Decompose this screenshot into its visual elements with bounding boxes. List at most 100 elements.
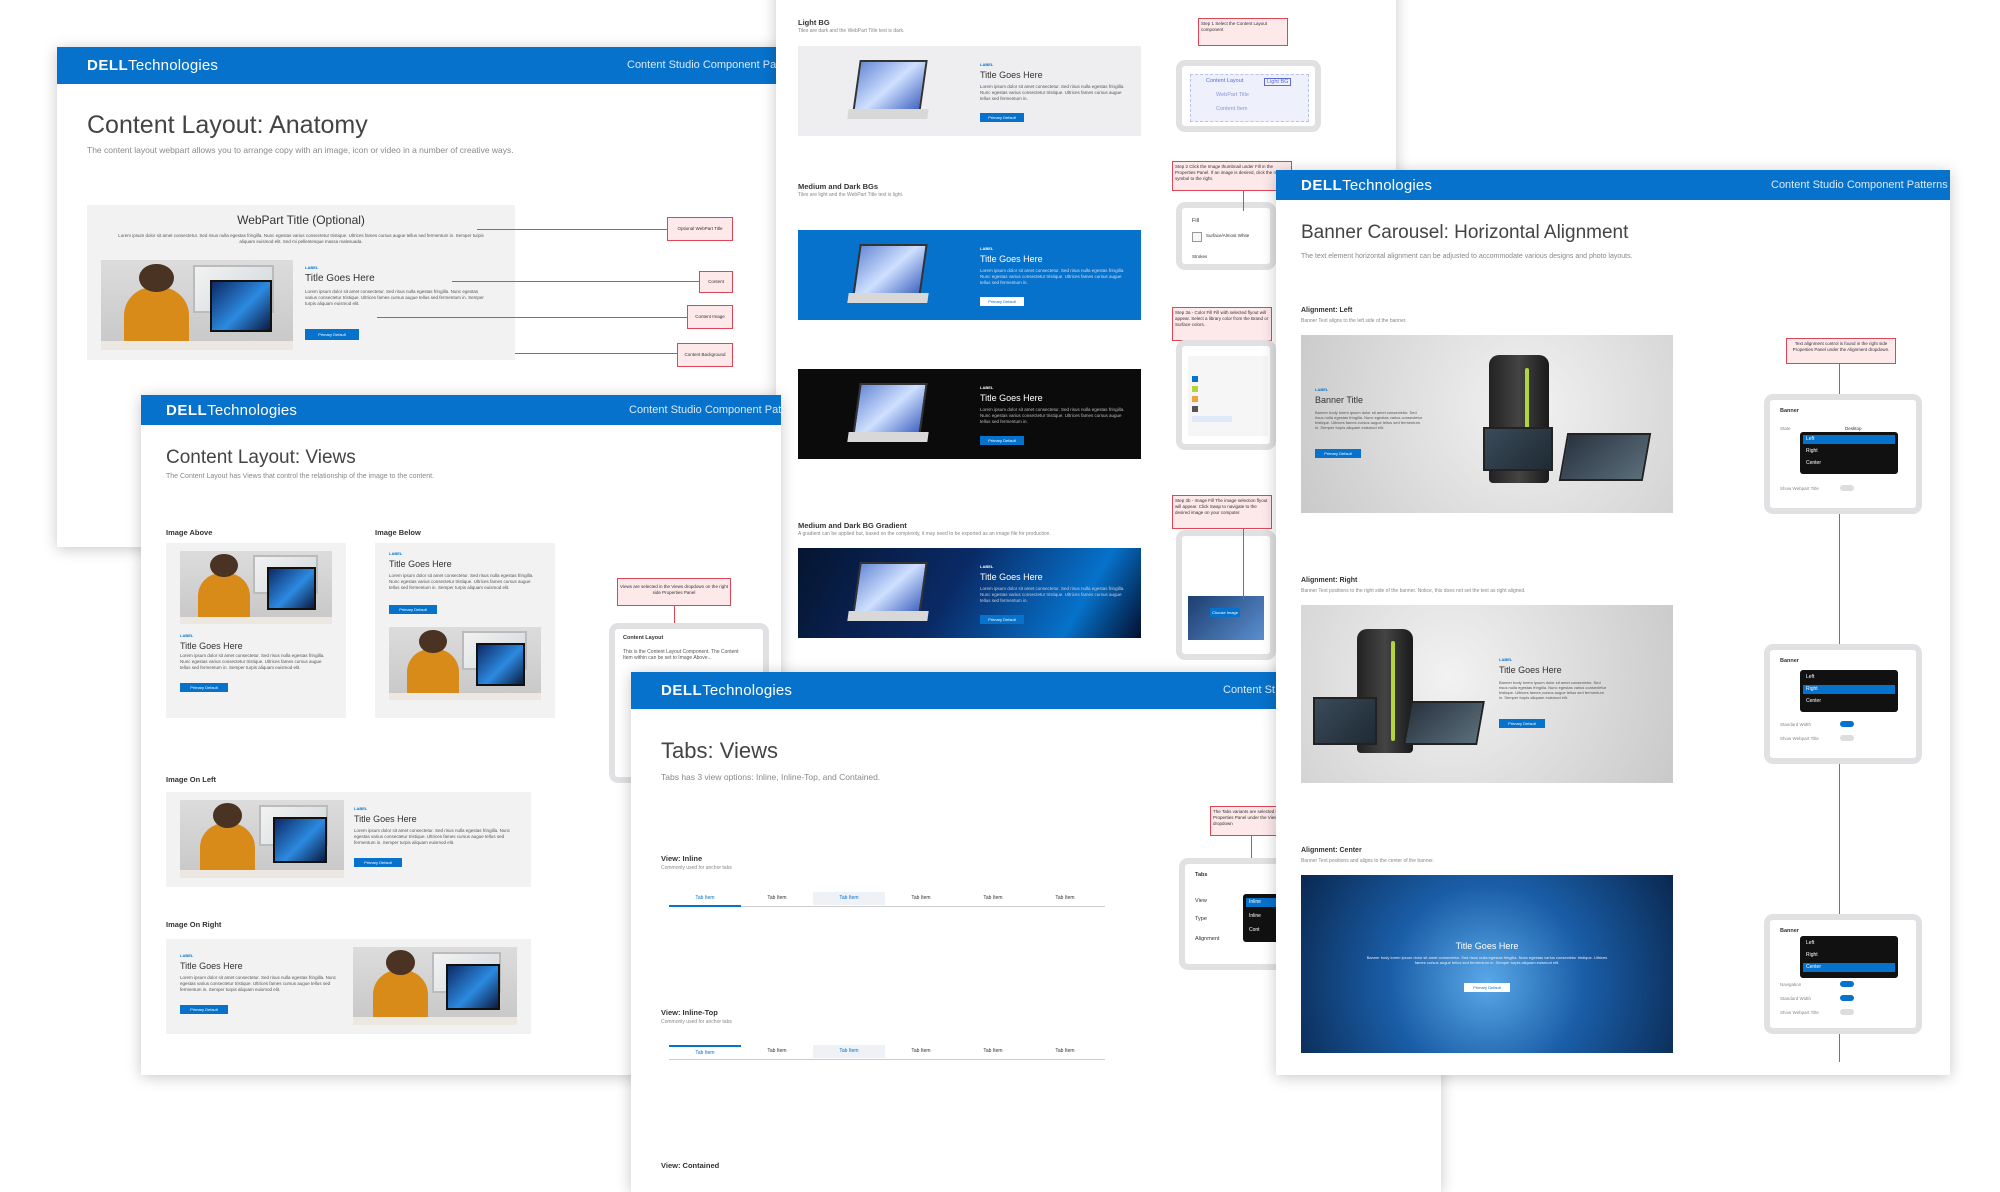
option-left-selected[interactable]: Left — [1806, 436, 1814, 442]
content-label: LABEL — [305, 265, 319, 270]
primary-default-button[interactable]: Primary Default — [180, 1005, 228, 1014]
image-left-card: LABEL Title Goes Here Lorem ipsum dolor … — [166, 792, 531, 887]
tab-item-4[interactable]: Tab Item — [885, 892, 957, 905]
step-2-annotation: Step 2 Click the Image thumbnail under F… — [1172, 161, 1292, 191]
card-title: Title Goes Here — [980, 70, 1043, 80]
content-background: WebPart Title (Optional) Lorem ipsum dol… — [87, 205, 515, 360]
image-right-label: Image On Right — [166, 920, 222, 929]
dell-logo: DELLTechnologies — [661, 682, 793, 699]
tab-item-6[interactable]: Tab Item — [1029, 892, 1101, 905]
dark-bg-sub: Tiles are light and the WebPart Title te… — [798, 192, 904, 198]
choose-image-button[interactable]: Choose Image — [1210, 608, 1240, 617]
primary-default-button[interactable]: Primary Default — [980, 113, 1024, 122]
card-label: LABEL — [980, 246, 994, 251]
banner-body: Banner body lorem ipsum dolor sit amet c… — [1366, 955, 1608, 965]
tab-item-1[interactable]: Tab Item — [669, 892, 741, 907]
layer-content-layout[interactable]: Content Layout — [1206, 78, 1243, 84]
navigation-toggle[interactable] — [1840, 981, 1854, 987]
option-contained[interactable]: Cont — [1249, 927, 1260, 933]
banner-center: Title Goes Here Banner body lorem ipsum … — [1301, 875, 1673, 1053]
layer-webpart-title[interactable]: WebPart Title — [1216, 92, 1249, 98]
card-body: Lorem ipsum dolor sit amet consectetur. … — [389, 573, 534, 590]
tab-item-1[interactable]: Tab Item — [669, 1045, 741, 1060]
step-3b-panel: Choose Image — [1176, 530, 1276, 660]
dell-logo: DELLTechnologies — [1301, 177, 1433, 194]
card-label: LABEL — [354, 806, 368, 811]
tab-item-2[interactable]: Tab Item — [741, 892, 813, 905]
blue-bg-card: LABEL Title Goes Here Lorem ipsum dolor … — [798, 230, 1141, 320]
step-1-annotation: Step 1 Select the Content Layout compone… — [1198, 18, 1288, 46]
type-row-label: Type — [1195, 916, 1207, 922]
card-title: Title Goes Here — [180, 641, 243, 651]
primary-default-button[interactable]: Primary Default — [1315, 449, 1361, 458]
tab-item-5[interactable]: Tab Item — [957, 1045, 1029, 1058]
banner-properties-panel-right: Banner Left Right Center Standard Width … — [1764, 644, 1922, 764]
card-body: Lorem ipsum dolor sit amet consectetur. … — [980, 268, 1125, 285]
light-bg-label: Light BG — [798, 18, 830, 27]
option-center[interactable]: Center — [1806, 460, 1821, 466]
standard-width-toggle[interactable] — [1840, 995, 1854, 1001]
primary-default-button[interactable]: Primary Default — [354, 858, 402, 867]
step-3a-panel — [1176, 340, 1276, 450]
primary-default-button[interactable]: Primary Default — [980, 615, 1024, 624]
step-1-panel: Content Layout Light BG WebPart Title Co… — [1176, 60, 1321, 132]
alignment-dropdown[interactable]: Left Right Center — [1800, 670, 1898, 712]
option-right[interactable]: Right — [1806, 448, 1818, 454]
image-left-label: Image On Left — [166, 775, 217, 784]
fill-swatch[interactable] — [1192, 232, 1202, 242]
inline-top-tabs: Tab Item Tab Item Tab Item Tab Item Tab … — [669, 1045, 1105, 1060]
image-right-card: LABEL Title Goes Here Lorem ipsum dolor … — [166, 939, 531, 1034]
show-webpart-title-toggle[interactable] — [1840, 735, 1854, 741]
option-right-selected[interactable]: Right — [1806, 686, 1818, 692]
card-label: LABEL — [389, 551, 403, 556]
tab-item-5[interactable]: Tab Item — [957, 892, 1029, 905]
show-webpart-title-toggle[interactable] — [1840, 485, 1854, 491]
card-title: Title Goes Here — [980, 572, 1043, 582]
show-webpart-title-toggle[interactable] — [1840, 1009, 1854, 1015]
annotation-content-background: Content Background — [677, 343, 733, 367]
state-label: State — [1780, 426, 1791, 431]
show-webpart-title-label: Show Webpart Title — [1780, 736, 1819, 741]
layer-variant-badge[interactable]: Light BG — [1264, 78, 1292, 86]
image-below-label: Image Below — [375, 528, 421, 537]
option-center-selected[interactable]: Center — [1806, 964, 1821, 970]
banner-properties-panel-center: Banner Left Right Center Navigation Stan… — [1764, 914, 1922, 1034]
option-center[interactable]: Center — [1806, 698, 1821, 704]
option-inline-top[interactable]: Inline — [1249, 913, 1261, 919]
primary-default-button[interactable]: Primary Default — [980, 297, 1024, 306]
state-value[interactable]: Desktop — [1845, 426, 1862, 431]
banner-title: Title Goes Here — [1499, 665, 1562, 675]
fill-value[interactable]: Surface/Almost White — [1206, 233, 1249, 238]
primary-default-button[interactable]: Primary Default — [305, 329, 359, 340]
primary-default-button[interactable]: Primary Default — [1464, 983, 1510, 992]
image-above-card: LABEL Title Goes Here Lorem ipsum dolor … — [166, 543, 346, 718]
tab-item-3[interactable]: Tab Item — [813, 1045, 885, 1058]
card-body: Lorem ipsum dolor sit amet consectetur. … — [180, 653, 325, 670]
page-subtitle: The content layout webpart allows you to… — [87, 145, 514, 155]
standard-width-toggle[interactable] — [1840, 721, 1854, 727]
option-right[interactable]: Right — [1806, 952, 1818, 958]
page-subtitle: Tabs has 3 view options: Inline, Inline-… — [661, 772, 881, 782]
tab-item-6[interactable]: Tab Item — [1029, 1045, 1101, 1058]
alignment-dropdown[interactable]: Left Right Center — [1800, 432, 1898, 474]
alignment-dropdown[interactable]: Left Right Center — [1800, 936, 1898, 978]
card-title: Title Goes Here — [180, 961, 243, 971]
card-label: LABEL — [180, 953, 194, 958]
primary-default-button[interactable]: Primary Default — [1499, 719, 1545, 728]
banner-right: LABEL Title Goes Here Banner body lorem … — [1301, 605, 1673, 783]
annotation-content: Content — [699, 271, 733, 293]
primary-default-button[interactable]: Primary Default — [389, 605, 437, 614]
tab-item-3[interactable]: Tab Item — [813, 892, 885, 905]
tab-item-2[interactable]: Tab Item — [741, 1045, 813, 1058]
tab-item-4[interactable]: Tab Item — [885, 1045, 957, 1058]
option-left[interactable]: Left — [1806, 674, 1814, 680]
page-subtitle: The Content Layout has Views that contro… — [166, 473, 434, 480]
layer-content-item[interactable]: Content Item — [1216, 106, 1248, 112]
primary-default-button[interactable]: Primary Default — [980, 436, 1024, 445]
card-title: Title Goes Here — [980, 254, 1043, 264]
step-3b-annotation: Step 3b - Image Fill The image selection… — [1172, 495, 1272, 529]
option-inline-selected[interactable]: Inline — [1249, 899, 1261, 905]
banner-label: LABEL — [1315, 387, 1329, 392]
option-left[interactable]: Left — [1806, 940, 1814, 946]
primary-default-button[interactable]: Primary Default — [180, 683, 228, 692]
